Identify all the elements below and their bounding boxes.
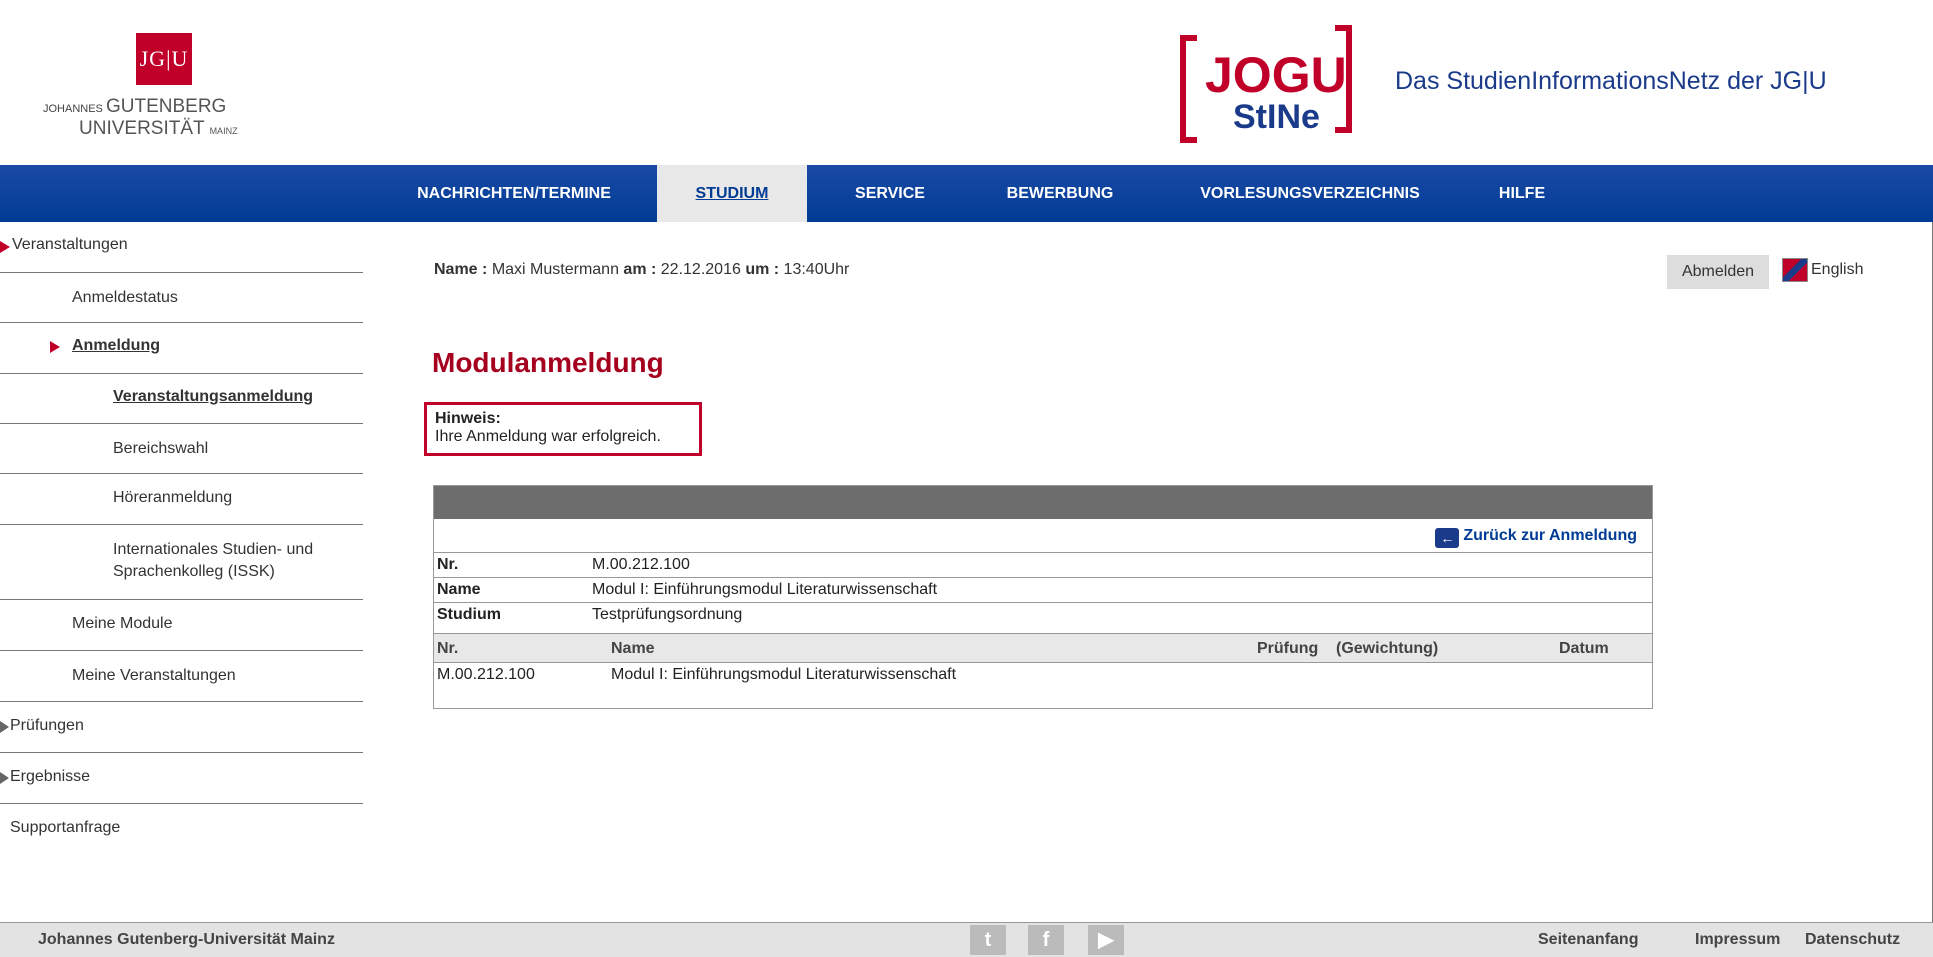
nav-studium[interactable]: STUDIUM: [657, 165, 807, 222]
sidebar-item-hoereranmeldung[interactable]: Höreranmeldung: [0, 474, 363, 525]
back-arrow-icon: ←: [1435, 528, 1460, 548]
sidebar-item-label: Veranstaltungen: [12, 236, 128, 253]
table-header-row: Nr. Name Prüfung (Gewichtung) Datum: [434, 633, 1652, 662]
detail-value: Modul I: Einführungsmodul Literaturwisse…: [592, 581, 938, 598]
back-to-registration-link[interactable]: ← Zurück zur Anmeldung: [1435, 527, 1637, 548]
session-info: Name : Maxi Mustermann am : 22.12.2016 u…: [434, 261, 849, 279]
sidebar-item-supportanfrage[interactable]: Supportanfrage: [0, 804, 363, 854]
expand-arrow-icon: [50, 341, 60, 353]
time-value: 13:40Uhr: [783, 261, 850, 278]
name-label: Name :: [434, 261, 488, 278]
detail-label: Name: [437, 581, 481, 598]
sidebar: Veranstaltungen Anmeldestatus Anmeldung …: [0, 222, 365, 927]
sidebar-item-label: Meine Module: [72, 615, 173, 632]
sidebar-item-meine-veranstaltungen[interactable]: Meine Veranstaltungen: [0, 651, 363, 702]
sidebar-item-label: Supportanfrage: [10, 819, 121, 836]
logout-button[interactable]: Abmelden: [1667, 255, 1769, 289]
footer-datenschutz-link[interactable]: Datenschutz: [1805, 931, 1900, 949]
main-nav: NACHRICHTEN/TERMINE STUDIUM SERVICE BEWE…: [0, 165, 1933, 222]
date-value: 22.12.2016: [660, 261, 741, 278]
expand-arrow-icon: [0, 721, 9, 733]
jgu-line2: UNIVERSITÄT: [79, 118, 205, 139]
detail-row: Nr. M.00.212.100: [434, 552, 1652, 577]
hint-title: Hinweis:: [435, 410, 501, 427]
detail-label: Studium: [437, 606, 501, 623]
table-header-bar: [434, 486, 1652, 519]
expand-arrow-icon: [0, 772, 9, 784]
jgu-line1-small: JOHANNES: [43, 103, 103, 115]
col-pruefung: Prüfung: [1257, 640, 1319, 657]
footer-university[interactable]: Johannes Gutenberg-Universität Mainz: [38, 931, 335, 949]
cell-name: Modul I: Einführungsmodul Literaturwisse…: [611, 666, 957, 683]
sidebar-item-label-line2: Sprachenkolleg (ISSK): [113, 563, 275, 580]
sidebar-item-meine-module[interactable]: Meine Module: [0, 600, 363, 651]
detail-label: Nr.: [437, 556, 459, 573]
sidebar-item-label: Prüfungen: [10, 717, 84, 734]
sidebar-item-bereichswahl[interactable]: Bereichswahl: [0, 424, 363, 474]
expand-arrow-icon: [0, 241, 10, 253]
time-label: um :: [745, 261, 780, 278]
sidebar-item-anmeldestatus[interactable]: Anmeldestatus: [0, 273, 363, 323]
uk-flag-icon: [1782, 258, 1808, 282]
sidebar-item-issk[interactable]: Internationales Studien- und Sprachenkol…: [0, 525, 363, 600]
sidebar-item-ergebnisse[interactable]: Ergebnisse: [0, 753, 363, 804]
jogustine-mid: StINe: [1233, 98, 1320, 136]
footer: Johannes Gutenberg-Universität Mainz t f…: [0, 922, 1933, 957]
sidebar-item-label: Meine Veranstaltungen: [72, 667, 236, 684]
detail-row: Studium Testprüfungsordnung: [434, 602, 1652, 627]
footer-impressum-link[interactable]: Impressum: [1695, 931, 1780, 949]
col-name: Name: [611, 640, 655, 657]
jgu-logo[interactable]: JG|U: [136, 33, 192, 85]
hint-text: Ihre Anmeldung war erfolgreich.: [435, 428, 661, 445]
sidebar-item-veranstaltungsanmeldung[interactable]: Veranstaltungsanmeldung: [0, 374, 363, 424]
jogustine-top: JOGU: [1205, 47, 1347, 103]
detail-value: Testprüfungsordnung: [592, 606, 743, 623]
nav-vorlesungsverzeichnis[interactable]: VORLESUNGSVERZEICHNIS: [1170, 165, 1450, 222]
youtube-icon[interactable]: ▶: [1088, 925, 1124, 955]
sidebar-item-label-line1: Internationales Studien- und: [113, 541, 314, 558]
jgu-line2-small: MAINZ: [209, 126, 238, 136]
hint-box: Hinweis: Ihre Anmeldung war erfolgreich.: [424, 402, 702, 456]
sidebar-item-veranstaltungen[interactable]: Veranstaltungen: [0, 222, 363, 273]
name-value: Maxi Mustermann: [491, 261, 619, 278]
sidebar-item-label: Veranstaltungsanmeldung: [113, 388, 314, 405]
back-link-label: Zurück zur Anmeldung: [1463, 527, 1637, 544]
module-table: ← Zurück zur Anmeldung Nr. M.00.212.100 N…: [433, 485, 1653, 709]
sidebar-item-label: Bereichswahl: [113, 440, 209, 457]
detail-value: M.00.212.100: [592, 556, 690, 573]
date-label: am :: [623, 261, 657, 278]
language-label: English: [1811, 261, 1864, 279]
jogustine-logo[interactable]: JOGU StINe: [1175, 20, 1365, 155]
nav-hilfe[interactable]: HILFE: [1482, 165, 1562, 222]
table-row: M.00.212.100 Modul I: Einführungsmodul L…: [434, 662, 1652, 687]
col-datum: Datum: [1559, 640, 1609, 657]
cell-nr: M.00.212.100: [437, 666, 535, 683]
nav-bewerbung[interactable]: BEWERBUNG: [980, 165, 1140, 222]
sidebar-item-label: Anmeldung: [72, 337, 160, 354]
twitter-icon[interactable]: t: [970, 925, 1006, 955]
header: JG|U JOHANNES GUTENBERG UNIVERSITÄT MAIN…: [0, 0, 1933, 165]
sidebar-item-pruefungen[interactable]: Prüfungen: [0, 702, 363, 753]
col-gewichtung: (Gewichtung): [1336, 640, 1439, 657]
jgu-wordmark[interactable]: JOHANNES GUTENBERG UNIVERSITÄT MAINZ: [43, 97, 238, 141]
jgu-line1-big: GUTENBERG: [105, 96, 227, 117]
sidebar-item-label: Anmeldestatus: [72, 289, 178, 306]
sidebar-item-anmeldung[interactable]: Anmeldung: [0, 323, 363, 374]
site-title: Das StudienInformationsNetz der JG|U: [1395, 67, 1827, 95]
page-title: Modulanmeldung: [432, 347, 664, 378]
detail-row: Name Modul I: Einführungsmodul Literatur…: [434, 577, 1652, 602]
sidebar-item-label: Ergebnisse: [10, 768, 91, 785]
col-nr: Nr.: [437, 640, 459, 657]
language-switch[interactable]: English: [1782, 258, 1863, 282]
nav-nachrichten-termine[interactable]: NACHRICHTEN/TERMINE: [392, 165, 636, 222]
sidebar-item-label: Höreranmeldung: [113, 489, 233, 506]
nav-service[interactable]: SERVICE: [820, 165, 960, 222]
facebook-icon[interactable]: f: [1028, 925, 1064, 955]
footer-top-link[interactable]: Seitenanfang: [1538, 931, 1638, 949]
